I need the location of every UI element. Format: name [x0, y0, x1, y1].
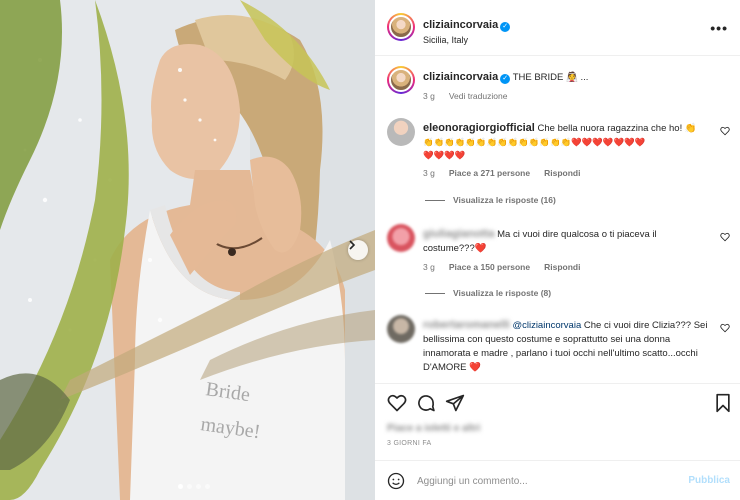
post-date: 3 GIORNI FA: [387, 440, 432, 447]
bookmark-icon[interactable]: [713, 393, 733, 413]
carousel-dot: [187, 484, 192, 489]
comments-list[interactable]: cliziaincorvaia ✓ THE BRIDE 👰 ... 3 g Ved…: [375, 57, 740, 382]
caption-text: THE BRIDE 👰 ...: [512, 72, 589, 83]
comment-avatar[interactable]: [387, 224, 415, 252]
caption-time: 3 g: [423, 91, 435, 101]
comment-like-heart-icon[interactable]: [720, 126, 730, 136]
comment-text: Che bella nuora ragazzina che ho! 👏: [537, 123, 697, 134]
comment-likes[interactable]: Piace a 271 persone: [449, 168, 530, 178]
comment-emoji-line: ❤️❤️❤️❤️: [423, 150, 466, 160]
heart-icon[interactable]: [387, 393, 407, 413]
smiley-icon[interactable]: [387, 472, 405, 490]
photo-illustration: Bride maybe!: [0, 0, 375, 500]
caption-avatar[interactable]: [387, 66, 415, 94]
comment-avatar[interactable]: [387, 315, 415, 343]
view-replies-button[interactable]: Visualizza le risposte (16): [425, 195, 556, 205]
post-location[interactable]: Sicilia, Italy: [423, 35, 510, 45]
post-likes-summary[interactable]: Piace a ioletti e altri: [387, 423, 480, 434]
paper-plane-icon[interactable]: [445, 393, 465, 413]
caption-username[interactable]: cliziaincorvaia: [423, 71, 498, 83]
comment-like-heart-icon[interactable]: [720, 323, 730, 333]
verified-badge-icon: ✓: [500, 74, 511, 84]
comment-username[interactable]: eleonoragiorgiofficial: [423, 122, 535, 134]
post-photo[interactable]: Bride maybe!: [0, 0, 375, 500]
comment-mention[interactable]: @cliziaincorvaia: [512, 320, 581, 331]
comment-avatar[interactable]: [387, 118, 415, 146]
carousel-next-button[interactable]: [348, 240, 368, 260]
reply-button[interactable]: Rispondi: [544, 168, 580, 178]
post-actions-bar: [375, 383, 740, 423]
publish-button[interactable]: Pubblica: [688, 475, 730, 486]
chevron-right-icon: [349, 240, 356, 250]
carousel-dot: [196, 484, 201, 489]
see-translation-link[interactable]: Vedi traduzione: [449, 91, 508, 101]
post-header: cliziaincorvaia ✓ Sicilia, Italy •••: [375, 0, 740, 56]
author-avatar[interactable]: [387, 13, 415, 41]
comment-time: 3 g: [423, 168, 435, 178]
view-replies-button[interactable]: Visualizza le risposte (8): [425, 288, 551, 298]
comment-username[interactable]: giuliagianotta: [423, 228, 495, 240]
carousel-dot: [205, 484, 210, 489]
view-replies-label: Visualizza le risposte (16): [453, 195, 556, 205]
post-side-panel: cliziaincorvaia ✓ Sicilia, Italy ••• cliz…: [375, 0, 740, 500]
speech-bubble-icon[interactable]: [416, 393, 436, 413]
comment-username[interactable]: robertaromanelli: [423, 319, 510, 331]
reply-button[interactable]: Rispondi: [544, 262, 580, 272]
comment-likes[interactable]: Piace a 150 persone: [449, 262, 530, 272]
carousel-dots: [178, 484, 210, 489]
author-username[interactable]: cliziaincorvaia: [423, 19, 498, 31]
verified-badge-icon: ✓: [500, 22, 511, 32]
comment-input[interactable]: [417, 471, 677, 491]
add-comment-bar: Pubblica: [375, 460, 740, 500]
view-replies-label: Visualizza le risposte (8): [453, 288, 552, 298]
more-options-icon[interactable]: •••: [710, 20, 728, 36]
carousel-dot: [178, 484, 183, 489]
comment-emoji-line: 👏👏👏👏👏👏👏👏👏👏👏👏👏👏❤️❤️❤️❤️❤️❤️❤️: [423, 137, 646, 147]
comment-like-heart-icon[interactable]: [720, 232, 730, 242]
comment-time: 3 g: [423, 262, 435, 272]
